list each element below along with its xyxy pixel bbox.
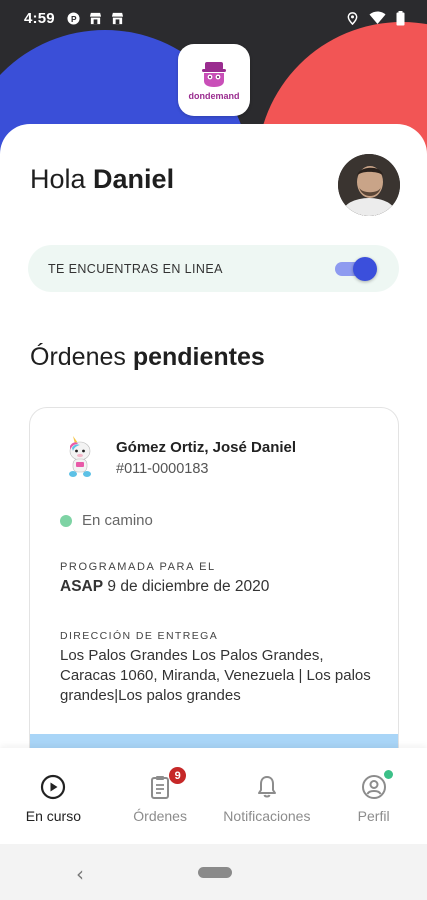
- section-title-prefix: Órdenes: [30, 343, 126, 371]
- play-circle-icon: [40, 774, 66, 800]
- greeting-prefix: Hola: [30, 164, 86, 194]
- wifi-icon: [369, 11, 386, 24]
- nav-item-notificaciones[interactable]: Notificaciones: [214, 748, 321, 844]
- nav-item-perfil[interactable]: Perfil: [320, 748, 427, 844]
- order-number: #011-0000183: [116, 461, 209, 477]
- toggle-knob: [353, 256, 377, 281]
- scheduled-value: ASAP 9 de diciembre de 2020: [60, 578, 269, 596]
- system-back-icon[interactable]: ‹: [76, 862, 84, 886]
- delivery-address: Los Palos Grandes Los Palos Grandes, Car…: [60, 647, 371, 704]
- avatar[interactable]: [338, 154, 400, 216]
- user-photo-icon: [338, 154, 400, 216]
- system-home-pill[interactable]: [198, 867, 232, 878]
- status-bar: 4:59 P: [0, 0, 427, 36]
- parking-app-icon: P: [67, 11, 80, 25]
- nav-label-en-curso: En curso: [25, 808, 81, 824]
- status-dot: [60, 515, 72, 527]
- order-card[interactable]: Gómez Ortiz, José Daniel #011-0000183 En…: [29, 407, 399, 807]
- bottom-nav: En curso 9 Órdenes Notificaciones Perfil: [0, 748, 427, 844]
- nav-label-perfil: Perfil: [357, 808, 390, 824]
- online-status-label: TE ENCUENTRAS EN LINEA: [48, 261, 223, 276]
- profile-status-dot: [383, 770, 393, 779]
- nav-label-ordenes: Órdenes: [133, 808, 187, 824]
- app-logo: dondemand: [178, 44, 250, 116]
- bell-icon: [254, 774, 280, 800]
- section-title: Órdenes pendientes: [30, 343, 265, 372]
- unicorn-mascot-icon: [69, 436, 91, 477]
- nav-item-en-curso[interactable]: En curso: [0, 748, 107, 844]
- main-sheet: Hola Daniel TE ENCUENTRAS EN LINEA Órden…: [0, 124, 427, 807]
- clipboard-icon: 9: [147, 766, 188, 800]
- greeting: Hola Daniel: [30, 164, 174, 195]
- scheduled-date: 9 de diciembre de 2020: [107, 578, 270, 595]
- order-status: En camino: [82, 512, 153, 529]
- system-nav-bar: ‹: [0, 844, 427, 900]
- scheduled-asap: ASAP: [60, 578, 104, 595]
- nav-item-ordenes[interactable]: 9 Órdenes: [107, 748, 214, 844]
- online-status-bar: TE ENCUENTRAS EN LINEA: [28, 245, 399, 292]
- address-caption: DIRECCIÓN DE ENTREGA: [60, 630, 219, 642]
- customer-name: Gómez Ortiz, José Daniel: [116, 439, 297, 456]
- battery-icon: [396, 10, 405, 25]
- status-time: 4:59: [24, 9, 55, 27]
- store-icon: [89, 12, 101, 24]
- online-toggle[interactable]: [335, 256, 377, 281]
- nav-label-notificaciones: Notificaciones: [223, 808, 311, 824]
- orders-badge: 9: [168, 766, 188, 785]
- scheduled-caption: PROGRAMADA PARA EL: [60, 561, 216, 573]
- location-icon: [347, 11, 358, 25]
- greeting-name: Daniel: [93, 164, 175, 194]
- user-circle-icon: [361, 770, 393, 800]
- svg-text:P: P: [71, 13, 77, 23]
- section-title-bold: pendientes: [132, 343, 265, 371]
- store-icon: [111, 12, 123, 24]
- logo-mascot-icon: [202, 62, 226, 87]
- logo-text: dondemand: [188, 91, 240, 101]
